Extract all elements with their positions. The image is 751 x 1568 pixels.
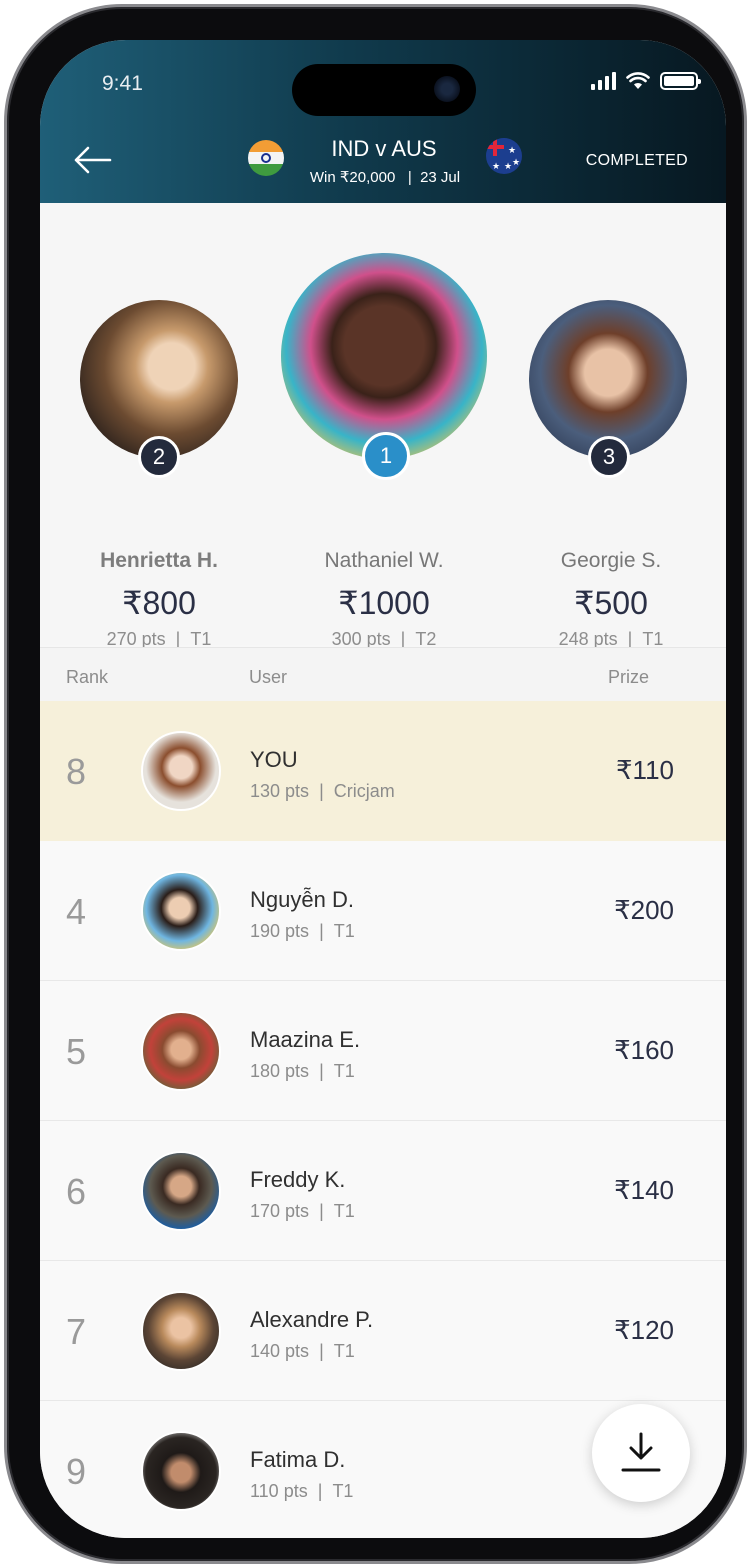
column-prize: Prize <box>608 667 650 687</box>
row-meta: 110 pts | T1 <box>250 1481 354 1501</box>
row-prize: ₹110 <box>616 755 674 785</box>
rank-badge-1: 1 <box>362 432 410 480</box>
app-screen: 9:41 IND v AUS Win ₹20,000 | 23 Jul ★ ★ … <box>40 40 726 1538</box>
table-row[interactable]: 5 Maazina E. 180 pts | T1 ₹160 <box>40 981 726 1121</box>
match-status: COMPLETED <box>585 152 688 169</box>
status-icons <box>591 72 701 90</box>
india-flag-icon <box>248 140 284 176</box>
table-header: Rank User Prize <box>40 647 726 701</box>
podium-prize-3: ₹500 <box>574 585 648 621</box>
status-time: 9:41 <box>102 72 143 95</box>
avatar-rank-3[interactable] <box>529 300 687 458</box>
row-prize: ₹120 <box>614 1315 674 1345</box>
row-prize: ₹200 <box>614 895 674 925</box>
row-rank: 4 <box>66 891 87 932</box>
row-name: Nguyễn D. <box>250 887 354 912</box>
podium-name-1: Nathaniel W. <box>324 549 444 572</box>
download-icon <box>621 1432 661 1472</box>
row-avatar <box>141 1431 221 1511</box>
row-prize: ₹160 <box>614 1035 674 1065</box>
row-avatar <box>141 1291 221 1371</box>
row-avatar <box>141 871 221 951</box>
arrow-left-icon[interactable] <box>70 140 114 180</box>
match-header: 9:41 IND v AUS Win ₹20,000 | 23 Jul ★ ★ … <box>40 40 726 203</box>
table-row[interactable]: 4 Nguyễn D. 190 pts | T1 ₹200 <box>40 841 726 981</box>
row-rank: 8 <box>66 751 87 792</box>
row-avatar <box>141 731 221 811</box>
row-name: Maazina E. <box>250 1027 361 1052</box>
match-subtitle: Win ₹20,000 | 23 Jul <box>292 168 478 186</box>
row-meta: 130 pts | Cricjam <box>250 781 395 801</box>
win-amount: Win ₹20,000 <box>309 169 396 186</box>
row-name: Fatima D. <box>250 1447 346 1472</box>
row-meta: 190 pts | T1 <box>250 921 355 941</box>
podium-prize-1: ₹1000 <box>338 585 430 621</box>
row-meta: 170 pts | T1 <box>250 1201 355 1221</box>
avatar-rank-2[interactable] <box>80 300 238 458</box>
row-meta: 140 pts | T1 <box>250 1341 355 1361</box>
row-prize: ₹140 <box>614 1175 674 1205</box>
podium-name-3: Georgie S. <box>560 549 662 572</box>
podium: 2 1 3 Henrietta H. Nathaniel W. Georgie … <box>40 203 726 649</box>
row-avatar <box>141 1011 221 1091</box>
column-rank: Rank <box>66 667 109 687</box>
rank-badge-3: 3 <box>588 436 630 478</box>
download-button[interactable] <box>592 1404 690 1502</box>
row-rank: 7 <box>66 1311 87 1352</box>
signal-icon <box>591 72 616 90</box>
dynamic-island <box>292 64 476 116</box>
separator: | <box>407 169 412 186</box>
column-user: User <box>249 667 288 687</box>
row-meta: 180 pts | T1 <box>250 1061 355 1081</box>
match-title: IND v AUS <box>331 136 437 161</box>
podium-name-2: Henrietta H. <box>100 549 218 572</box>
wifi-icon <box>626 72 650 89</box>
row-name: Freddy K. <box>250 1167 346 1192</box>
row-rank: 5 <box>66 1031 87 1072</box>
row-rank: 6 <box>66 1171 87 1212</box>
row-rank: 9 <box>66 1451 87 1492</box>
table-row[interactable]: 6 Freddy K. 170 pts | T1 ₹140 <box>40 1121 726 1261</box>
row-avatar <box>141 1151 221 1231</box>
camera-icon <box>434 76 460 102</box>
match-date: 23 Jul <box>420 169 461 186</box>
row-name: Alexandre P. <box>250 1307 374 1332</box>
rank-badge-2: 2 <box>138 436 180 478</box>
table-row-you[interactable]: 8 YOU 130 pts | Cricjam ₹110 <box>40 701 726 841</box>
podium-prize-2: ₹800 <box>122 585 196 621</box>
battery-icon <box>660 72 701 90</box>
australia-flag-icon: ★ ★ ★ ★ <box>486 138 522 174</box>
row-name: YOU <box>250 747 298 772</box>
table-row[interactable]: 7 Alexandre P. 140 pts | T1 ₹120 <box>40 1261 726 1401</box>
phone-frame: 9:41 IND v AUS Win ₹20,000 | 23 Jul ★ ★ … <box>4 4 747 1564</box>
avatar-rank-1[interactable] <box>281 253 487 459</box>
